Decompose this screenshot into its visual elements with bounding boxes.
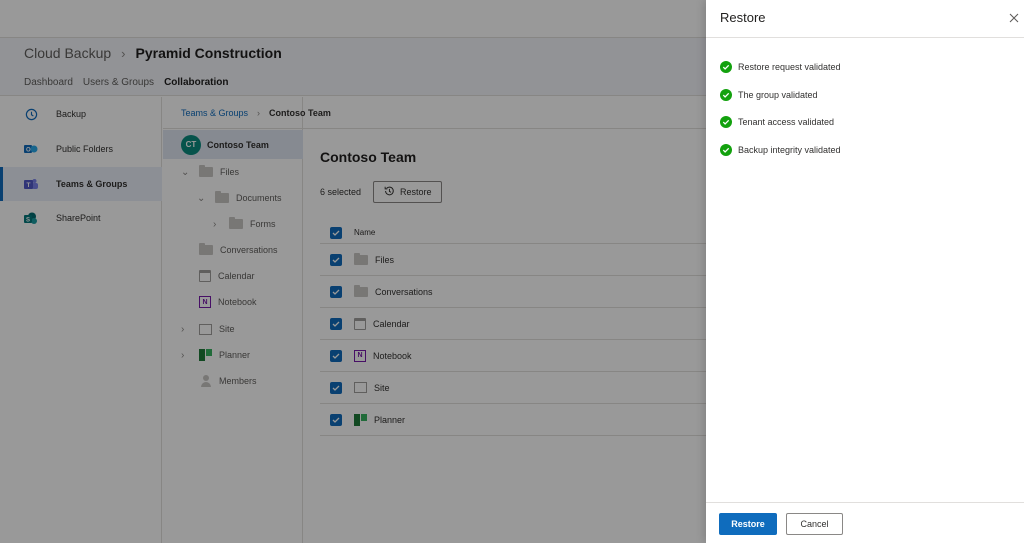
validation-text: The group validated (738, 90, 818, 100)
panel-footer: Restore Cancel (706, 502, 1024, 543)
validation-item: The group validated (720, 89, 818, 101)
validation-item: Restore request validated (720, 61, 841, 73)
close-icon[interactable] (1004, 8, 1024, 28)
check-circle-icon (720, 116, 732, 128)
restore-confirm-button[interactable]: Restore (719, 513, 777, 535)
validation-item: Backup integrity validated (720, 144, 841, 156)
check-circle-icon (720, 144, 732, 156)
restore-panel: Restore Restore request validated The gr… (706, 0, 1024, 543)
panel-title: Restore (720, 10, 766, 25)
check-circle-icon (720, 61, 732, 73)
validation-text: Tenant access validated (738, 117, 835, 127)
validation-text: Restore request validated (738, 62, 841, 72)
validation-text: Backup integrity validated (738, 145, 841, 155)
validation-item: Tenant access validated (720, 116, 834, 128)
check-circle-icon (720, 89, 732, 101)
modal-overlay[interactable] (0, 0, 706, 543)
cancel-button[interactable]: Cancel (786, 513, 843, 535)
panel-header: Restore (706, 0, 1024, 38)
